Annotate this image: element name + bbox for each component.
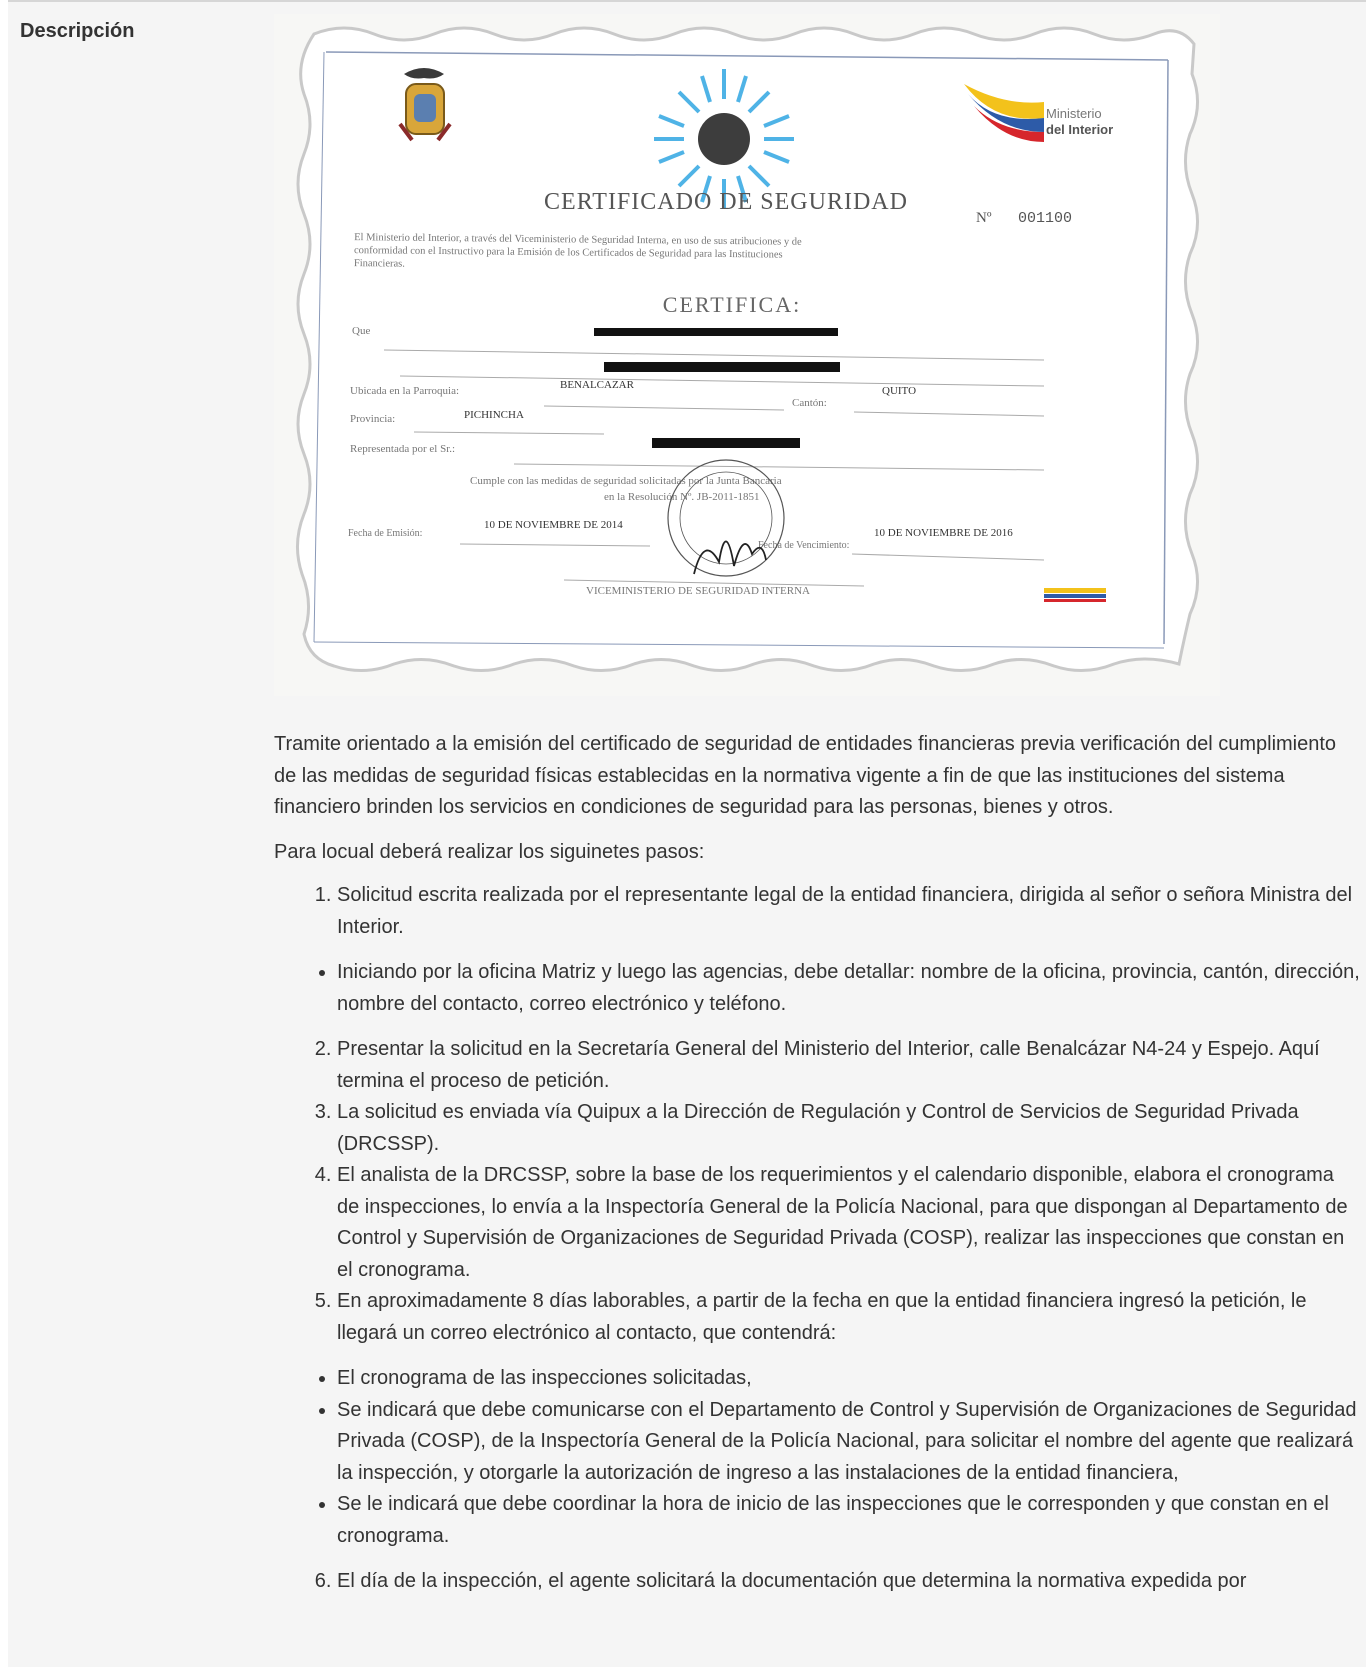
bullet-b-2: Se indicará que debe comunicarse con el … [337, 1395, 1360, 1490]
description-section: Descripción Ministerio del Interior CERT… [8, 0, 1366, 1667]
step-4: El analista de la DRCSSP, sobre la base … [337, 1160, 1360, 1286]
certificate-number-label: Nº [976, 210, 992, 226]
step-1: Solicitud escrita realizada por el repre… [337, 880, 1360, 943]
certificate-image: Ministerio del Interior CERTIFICADO DE S… [274, 14, 1220, 696]
fecha-vencimiento-value: 10 DE NOVIEMBRE DE 2016 [874, 527, 1013, 539]
lead-paragraph: Para locual deberá realizar los siguinet… [274, 840, 705, 863]
certifica-heading: CERTIFICA: [663, 292, 801, 317]
preamble-line-3: Financieras. [354, 258, 405, 270]
que-label: Que [352, 325, 370, 337]
section-label: Descripción [20, 20, 135, 42]
canton-value: QUITO [882, 385, 916, 397]
steps-list-1: Solicitud escrita realizada por el repre… [274, 880, 1360, 943]
step-3: La solicitud es enviada vía Quipux a la … [337, 1097, 1360, 1160]
bullet-b-3: Se le indicará que debe coordinar la hor… [337, 1489, 1360, 1552]
provincia-label: Provincia: [350, 413, 395, 425]
redacted-representative-bar [652, 438, 800, 448]
redacted-address-bar [604, 362, 840, 372]
ubicada-label: Ubicada en la Parroquia: [350, 385, 459, 397]
ministry-name-line2: del Interior [1046, 122, 1113, 137]
description-content: Ministerio del Interior CERTIFICADO DE S… [274, 14, 1360, 1598]
step-2: Presentar la solicitud en la Secretaría … [337, 1034, 1360, 1097]
fecha-emision-value: 10 DE NOVIEMBRE DE 2014 [484, 519, 623, 531]
redacted-name-bar [594, 328, 838, 336]
steps-list-3: El día de la inspección, el agente solic… [274, 1566, 1360, 1598]
intro-paragraph: Tramite orientado a la emisión del certi… [274, 733, 1337, 818]
canton-label: Cantón: [792, 397, 827, 409]
steps-list-2: Presentar la solicitud en la Secretaría … [274, 1034, 1360, 1349]
certificate-number: 001100 [1018, 210, 1072, 227]
fecha-emision-label: Fecha de Emisión: [348, 528, 422, 539]
bullet-a-1: Iniciando por la oficina Matriz y luego … [337, 957, 1360, 1020]
bullet-list-a: Iniciando por la oficina Matriz y luego … [274, 957, 1360, 1020]
flag-stripe-icon [1044, 588, 1106, 602]
cumple-line-2: en la Resolución Nº. JB-2011-1851 [604, 491, 759, 503]
bullet-list-b: El cronograma de las inspecciones solici… [274, 1363, 1360, 1552]
cumple-line-1: Cumple con las medidas de seguridad soli… [470, 475, 782, 487]
certificate-title: CERTIFICADO DE SEGURIDAD [544, 189, 908, 215]
parroquia-value: BENALCAZAR [560, 379, 635, 391]
ministry-name-line1: Ministerio [1046, 106, 1102, 121]
signature-line-text: VICEMINISTERIO DE SEGURIDAD INTERNA [586, 585, 810, 597]
provincia-value: PICHINCHA [464, 409, 524, 421]
fecha-vencimiento-label: Fecha de Vencimiento: [758, 540, 849, 551]
bullet-b-1: El cronograma de las inspecciones solici… [337, 1363, 1360, 1395]
step-5: En aproximadamente 8 días laborables, a … [337, 1286, 1360, 1349]
step-6: El día de la inspección, el agente solic… [337, 1566, 1360, 1598]
representada-label: Representada por el Sr.: [350, 443, 455, 455]
